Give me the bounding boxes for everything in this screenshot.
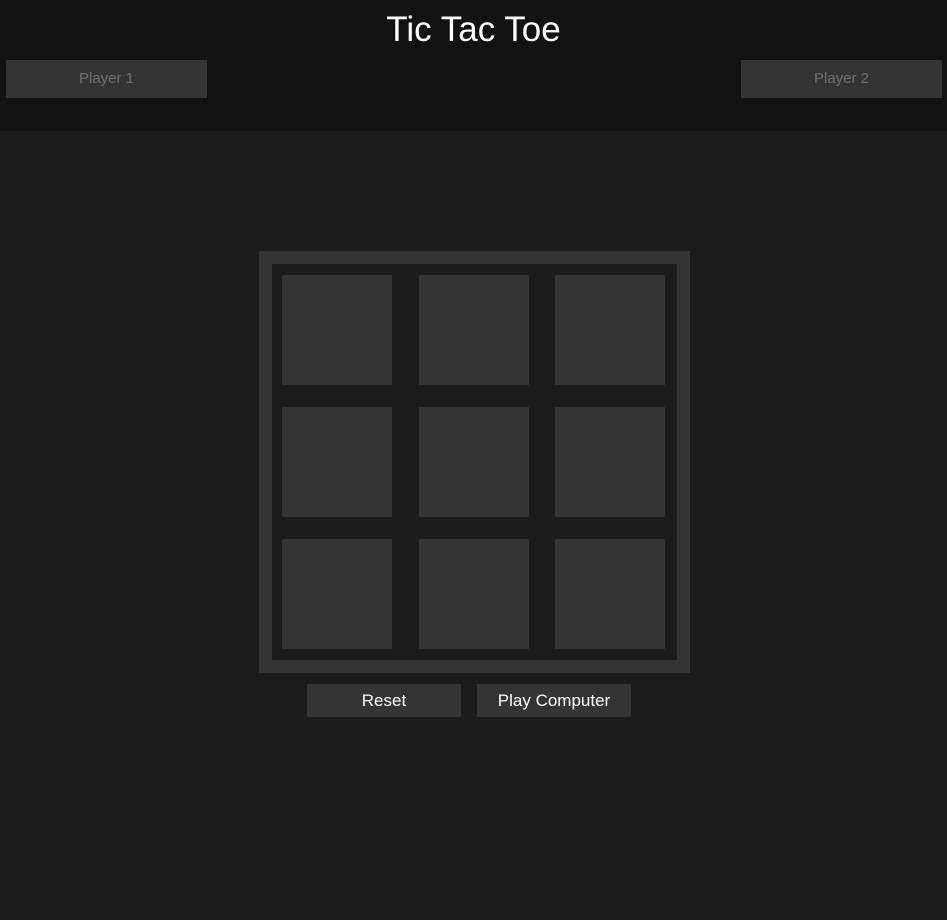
board-cell-2[interactable]: [419, 275, 529, 385]
board-cell-6[interactable]: [555, 407, 665, 517]
board-cell-9[interactable]: [555, 539, 665, 649]
header: Tic Tac Toe Player 1 Player 2: [0, 0, 947, 131]
reset-button[interactable]: Reset: [307, 684, 461, 717]
board-cell-3[interactable]: [555, 275, 665, 385]
player-1-badge: Player 1: [6, 60, 207, 98]
board-cell-1[interactable]: [282, 275, 392, 385]
play-computer-button[interactable]: Play Computer: [477, 684, 631, 717]
page-title: Tic Tac Toe: [386, 10, 561, 49]
board-cell-5[interactable]: [419, 407, 529, 517]
board-cell-7[interactable]: [282, 539, 392, 649]
board-cell-8[interactable]: [419, 539, 529, 649]
board-grid: [272, 264, 677, 660]
player-2-badge: Player 2: [741, 60, 942, 98]
board-cell-4[interactable]: [282, 407, 392, 517]
game-board: [259, 251, 690, 673]
